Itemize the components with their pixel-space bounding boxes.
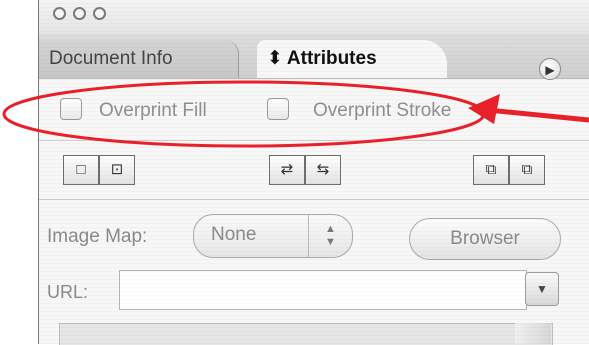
image-map-select[interactable]: None ▲ ▼ [193, 214, 353, 258]
chevron-down-icon: ▼ [536, 282, 548, 296]
browser-button[interactable]: Browser [409, 218, 561, 260]
empty-square-icon: □ [76, 161, 86, 178]
swap-arrows-icon: ⇄ [280, 161, 294, 178]
tab-attributes-label: Attributes [286, 48, 377, 69]
attribute-buttons-row: □ ⊡ ⇄ ⇆ ⧉ ⧉ [39, 140, 589, 200]
overprint-stroke-label: Overprint Stroke [313, 100, 452, 121]
dont-show-center-button[interactable]: □ [63, 155, 99, 185]
center-point-square-icon: ⊡ [110, 161, 124, 178]
overprint-stroke-checkbox[interactable] [267, 98, 289, 120]
overprint-fill-label: Overprint Fill [99, 100, 207, 121]
minimize-window-button[interactable] [73, 7, 86, 20]
overlapping-squares-icon: ⧉ [485, 161, 497, 178]
bottom-scrollbar[interactable] [515, 323, 551, 344]
use-even-odd-button[interactable]: ⧉ [509, 155, 545, 185]
tab-attributes[interactable]: ⬍ Attributes [257, 40, 447, 78]
url-label: URL: [47, 282, 89, 302]
bottom-list-area [59, 323, 553, 345]
url-input[interactable] [119, 270, 527, 310]
close-window-button[interactable] [53, 7, 66, 20]
updown-chevron-icon: ▲ ▼ [308, 215, 352, 257]
url-dropdown-button[interactable]: ▼ [525, 272, 559, 306]
reverse-path-direction-on-button[interactable]: ⇆ [305, 155, 341, 185]
attributes-panel: Document Info ⬍ Attributes ▶ Overprint Fi… [38, 0, 589, 345]
panel-tabs: Document Info ⬍ Attributes ▶ [39, 34, 589, 80]
updown-arrows-icon: ⬍ [267, 48, 283, 69]
image-map-label: Image Map: [47, 226, 148, 247]
overlapping-squares-filled-icon: ⧉ [521, 161, 533, 178]
overprint-fill-checkbox[interactable] [60, 98, 82, 120]
image-map-value: None [211, 224, 257, 245]
panel-menu-button[interactable]: ▶ [539, 58, 561, 80]
show-center-button[interactable]: ⊡ [99, 155, 135, 185]
play-triangle-icon: ▶ [545, 63, 555, 77]
tab-document-info-label: Document Info [49, 48, 173, 69]
overprint-options: Overprint Fill Overprint Stroke [39, 85, 589, 133]
tab-document-info[interactable]: Document Info [39, 40, 239, 78]
window-titlebar [39, 0, 589, 34]
zoom-window-button[interactable] [93, 7, 106, 20]
reverse-path-direction-off-button[interactable]: ⇄ [269, 155, 305, 185]
swap-arrows-right-icon: ⇆ [316, 161, 330, 178]
use-non-zero-winding-button[interactable]: ⧉ [473, 155, 509, 185]
